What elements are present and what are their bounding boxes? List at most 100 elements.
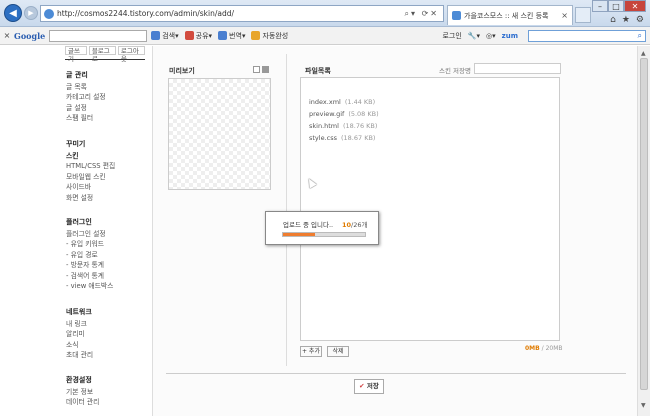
checkmark-icon: ✔ bbox=[359, 382, 365, 390]
toolbar-autofill[interactable]: 자동완성 bbox=[251, 31, 288, 41]
address-tools-icon[interactable]: ⌕▾ ⟳✕ bbox=[405, 9, 443, 19]
address-bar[interactable]: http://cosmos2244.tistory.com/admin/skin… bbox=[40, 5, 444, 22]
toolbar-translate[interactable]: 번역 ▾ bbox=[218, 31, 245, 41]
footer-divider bbox=[166, 373, 626, 374]
sidebar-item-inflow-paths[interactable]: - 유입 경로 bbox=[66, 250, 146, 260]
add-file-button[interactable]: + 추가 bbox=[300, 346, 322, 357]
sidebar-item-spam-filter[interactable]: 스팸 필터 bbox=[66, 113, 146, 123]
maximize-button[interactable]: □ bbox=[608, 0, 624, 12]
file-item[interactable]: skin.html (18.76 KB) bbox=[309, 122, 377, 130]
sidebar-item-visitor-stats[interactable]: - 방문자 통계 bbox=[66, 260, 146, 270]
sidebar-item-data-management[interactable]: 데이터 관리 bbox=[66, 397, 146, 407]
sidebar-section-plugins: 플러그인 플러그인 설정 - 유입 키워드 - 유입 경로 - 방문자 통계 -… bbox=[66, 217, 146, 291]
sidebar-item-my-links[interactable]: 내 링크 bbox=[66, 319, 146, 329]
minimize-button[interactable]: – bbox=[592, 0, 608, 12]
scroll-down-arrow-icon[interactable]: ▼ bbox=[641, 402, 646, 409]
delete-file-button[interactable]: 삭제 bbox=[327, 346, 349, 357]
sidebar-item-view-adbox[interactable]: - view 애드박스 bbox=[66, 281, 146, 291]
logout-link[interactable]: 로그아웃 bbox=[117, 46, 146, 63]
admin-sidebar: 글쓰기 블로그로 로그아웃 글 관리 글 목록 카테고리 설정 글 설정 스팸 … bbox=[52, 46, 153, 416]
sidebar-section-title: 꾸미기 bbox=[66, 140, 86, 148]
forward-arrow-icon: ▶ bbox=[28, 9, 34, 17]
sidebar-item-post-list[interactable]: 글 목록 bbox=[66, 82, 146, 92]
file-list-panel: index.xml (1.44 KB) preview.gif (5.08 KB) … bbox=[300, 77, 560, 341]
write-post-link[interactable]: 글쓰기 bbox=[65, 46, 87, 63]
go-to-blog-link[interactable]: 블로그로 bbox=[88, 46, 116, 63]
sidebar-section-title: 글 관리 bbox=[66, 71, 88, 79]
back-arrow-icon: ◀ bbox=[9, 7, 17, 19]
save-button[interactable]: ✔ 저장 bbox=[354, 379, 384, 394]
sidebar-section-title: 네트워크 bbox=[66, 308, 92, 316]
sidebar-item-invite-management[interactable]: 초대 관리 bbox=[66, 350, 146, 360]
sidebar-item-inflow-keywords[interactable]: - 유입 키워드 bbox=[66, 239, 146, 249]
skin-name-label: 스킨 저장명 bbox=[439, 67, 471, 75]
favorites-star-icon[interactable]: ★ bbox=[622, 15, 630, 25]
sidebar-item-search-stats[interactable]: - 검색어 통계 bbox=[66, 271, 146, 281]
browser-tab[interactable]: 가을코스모스 :: 새 스킨 등록 × bbox=[447, 5, 573, 25]
preview-light-bg-toggle[interactable] bbox=[253, 66, 260, 73]
toolbar-close-icon[interactable]: × bbox=[0, 31, 14, 40]
zum-search-input[interactable]: ⌕ bbox=[528, 30, 646, 42]
sidebar-item-notifier[interactable]: 알리미 bbox=[66, 329, 146, 339]
sidebar-item-news[interactable]: 소식 bbox=[66, 340, 146, 350]
window-close-button[interactable]: ✕ bbox=[624, 0, 646, 12]
preview-dark-bg-toggle[interactable] bbox=[262, 66, 269, 73]
sidebar-section-design: 꾸미기 스킨 HTML/CSS 편집 모바일웹 스킨 사이드바 화면 설정 bbox=[66, 139, 146, 203]
page-scrollbar[interactable]: ▲ ▼ bbox=[637, 46, 650, 416]
forward-button[interactable]: ▶ bbox=[24, 6, 38, 20]
wrench-icon[interactable]: 🔧▾ bbox=[468, 32, 480, 40]
sidebar-item-skin[interactable]: 스킨 bbox=[66, 151, 146, 161]
settings-gear-icon[interactable]: ⚙ bbox=[636, 15, 644, 25]
storage-usage: 0MB / 20MB bbox=[525, 345, 563, 352]
preview-title: 미리보기 bbox=[169, 67, 195, 75]
sidebar-item-html-css[interactable]: HTML/CSS 편집 bbox=[66, 161, 146, 171]
share-icon bbox=[184, 31, 194, 40]
toolbar-login[interactable]: 로그인 bbox=[442, 31, 461, 41]
back-button[interactable]: ◀ bbox=[4, 4, 22, 22]
address-url[interactable]: http://cosmos2244.tistory.com/admin/skin… bbox=[57, 9, 405, 18]
sidebar-topnav: 글쓰기 블로그로 로그아웃 bbox=[65, 46, 146, 63]
zum-logo: zum bbox=[501, 32, 518, 40]
sidebar-section-posts: 글 관리 글 목록 카테고리 설정 글 설정 스팸 필터 bbox=[66, 70, 146, 124]
skin-name-input[interactable] bbox=[474, 63, 561, 74]
toolbar-search[interactable]: 검색 ▾ bbox=[151, 31, 179, 41]
file-item[interactable]: index.xml (1.44 KB) bbox=[309, 98, 375, 106]
sidebar-item-plugin-settings[interactable]: 플러그인 설정 bbox=[66, 229, 146, 239]
column-divider bbox=[286, 54, 287, 366]
sidebar-section-preferences: 환경설정 기본 정보 데이터 관리 bbox=[66, 375, 146, 408]
sidebar-item-screen-settings[interactable]: 화면 설정 bbox=[66, 193, 146, 203]
sidebar-item-category-settings[interactable]: 카테고리 설정 bbox=[66, 92, 146, 102]
translate-icon bbox=[218, 31, 228, 40]
file-item[interactable]: preview.gif (5.08 KB) bbox=[309, 110, 379, 118]
sidebar-section-network: 네트워크 내 링크 알리미 소식 초대 관리 bbox=[66, 307, 146, 361]
sidebar-item-post-settings[interactable]: 글 설정 bbox=[66, 103, 146, 113]
tab-title: 가을코스모스 :: 새 스킨 등록 bbox=[464, 11, 549, 20]
search-icon: ⌕ bbox=[637, 31, 642, 40]
upload-progress-dialog: 업로드 중 입니다.. 10/26개 bbox=[265, 211, 379, 245]
file-item[interactable]: style.css (18.67 KB) bbox=[309, 134, 375, 142]
sidebar-item-basic-info[interactable]: 기본 정보 bbox=[66, 387, 146, 397]
preview-area bbox=[168, 78, 271, 190]
sidebar-item-sidebar[interactable]: 사이드바 bbox=[66, 182, 146, 192]
browser-icons: ⌂ ★ ⚙ bbox=[610, 15, 644, 25]
google-search-input[interactable] bbox=[49, 29, 148, 42]
search-icon bbox=[151, 31, 161, 40]
toolbar-right: 로그인 🔧▾ ◎▾ zum ⌕ bbox=[442, 27, 650, 45]
autofill-icon bbox=[251, 31, 261, 40]
toolbar-share[interactable]: 공유 ▾ bbox=[184, 31, 212, 41]
home-icon[interactable]: ⌂ bbox=[610, 15, 616, 25]
scroll-up-arrow-icon[interactable]: ▲ bbox=[641, 50, 646, 57]
file-list-title: 파일목록 bbox=[305, 67, 331, 75]
window-controls: – □ ✕ bbox=[592, 0, 646, 12]
upload-count: 10/26개 bbox=[342, 221, 368, 229]
tab-close-icon[interactable]: × bbox=[561, 11, 568, 20]
upload-progress-bar bbox=[282, 232, 366, 237]
upload-progress-fill bbox=[283, 233, 315, 236]
google-toolbar: × Google 검색 ▾ 공유 ▾ 번역 ▾ 자동완성 로그인 🔧▾ ◎▾ zum … bbox=[0, 27, 650, 45]
main-content: 미리보기 파일목록 스킨 저장명 index.xml (1.44 KB) prev… bbox=[153, 46, 637, 416]
zum-tool-icon[interactable]: ◎▾ bbox=[486, 32, 496, 40]
sidebar-item-mobile-skin[interactable]: 모바일웹 스킨 bbox=[66, 172, 146, 182]
scrollbar-thumb[interactable] bbox=[640, 58, 648, 390]
sidebar-section-title: 플러그인 bbox=[66, 218, 92, 226]
new-tab-button[interactable] bbox=[575, 7, 591, 23]
